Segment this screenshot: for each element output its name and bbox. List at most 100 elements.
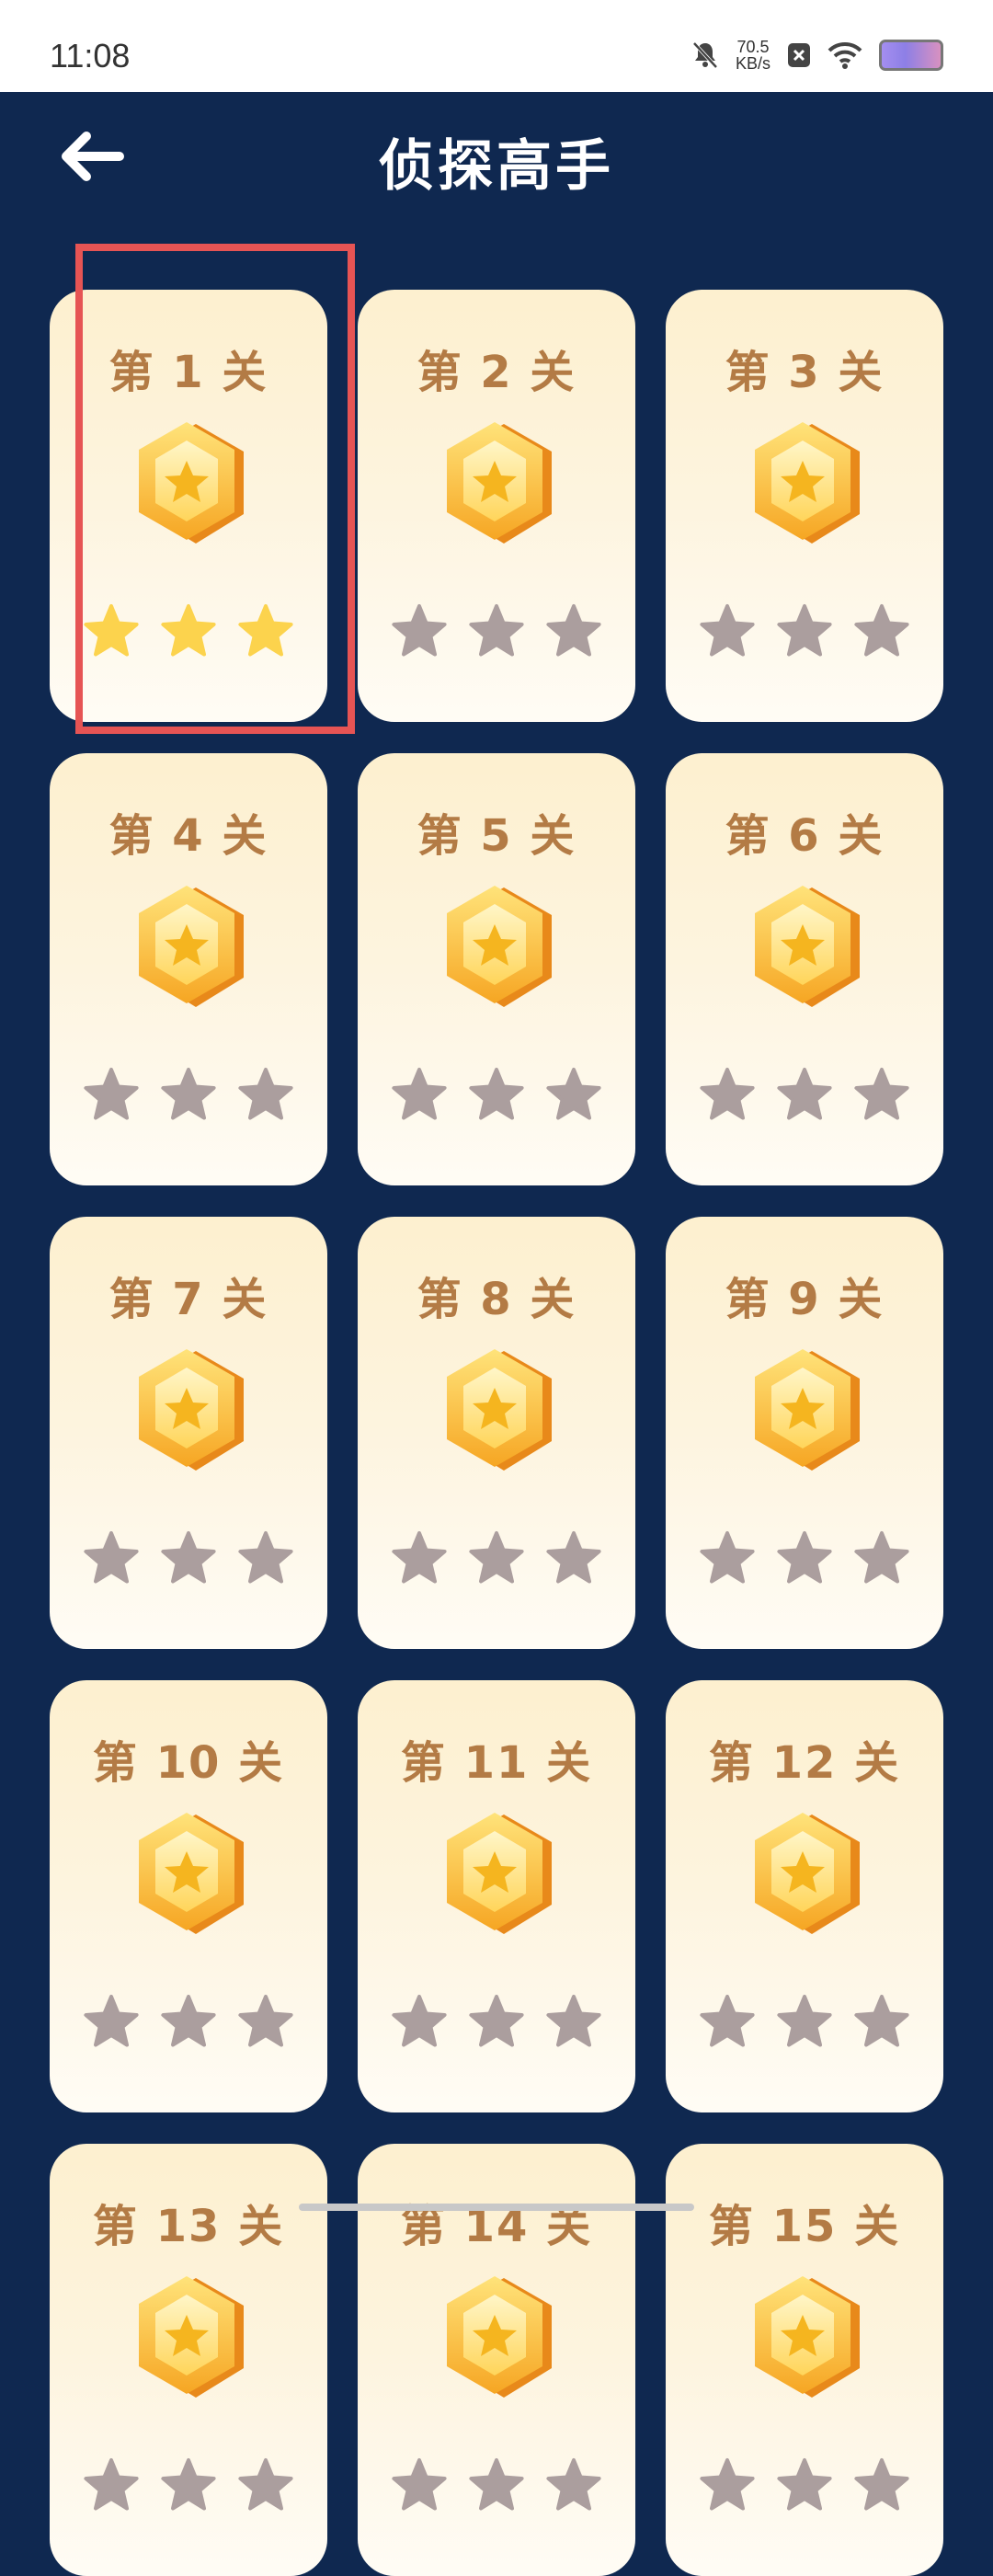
medal-icon <box>139 1813 244 1934</box>
level-card[interactable]: 第 3 关 <box>666 290 943 722</box>
star-icon <box>238 1068 293 1120</box>
star-icon <box>700 1995 755 2047</box>
medal-icon <box>447 422 552 544</box>
level-card[interactable]: 第 15 关 <box>666 2144 943 2576</box>
level-title: 第 9 关 <box>725 1274 885 1325</box>
star-icon <box>854 604 909 657</box>
star-rating <box>358 2456 635 2521</box>
level-card[interactable]: 第 13 关 <box>50 2144 327 2576</box>
level-title: 第 8 关 <box>417 1274 576 1325</box>
star-rating <box>50 1529 327 1594</box>
star-rating <box>666 1529 943 1594</box>
star-rating <box>666 1993 943 2057</box>
star-icon <box>392 1995 447 2047</box>
star-rating <box>666 1066 943 1130</box>
level-card[interactable]: 第 6 关 <box>666 753 943 1185</box>
star-icon <box>84 1995 139 2047</box>
star-rating <box>50 1993 327 2057</box>
star-icon <box>238 1995 293 2047</box>
medal-icon <box>139 1349 244 1471</box>
star-icon <box>238 1531 293 1584</box>
level-card[interactable]: 第 8 关 <box>358 1217 635 1649</box>
star-icon <box>84 1531 139 1584</box>
star-rating <box>358 1529 635 1594</box>
level-card[interactable]: 第 12 关 <box>666 1680 943 2112</box>
star-rating <box>50 2456 327 2521</box>
level-title: 第 5 关 <box>417 810 576 862</box>
star-icon <box>84 604 139 657</box>
level-card[interactable]: 第 10 关 <box>50 1680 327 2112</box>
home-indicator <box>299 2204 694 2211</box>
star-icon <box>469 1068 524 1120</box>
level-title: 第 15 关 <box>708 2201 901 2252</box>
star-icon <box>469 2458 524 2511</box>
level-card[interactable]: 第 11 关 <box>358 1680 635 2112</box>
star-rating <box>50 602 327 667</box>
level-title: 第 6 关 <box>725 810 885 862</box>
star-icon <box>546 2458 601 2511</box>
medal-icon <box>755 2276 860 2398</box>
medal-icon <box>755 422 860 544</box>
medal-icon <box>447 1349 552 1471</box>
star-icon <box>777 1995 832 2047</box>
level-grid: 第 1 关 第 2 关 第 3 关第 4 关 第 5 关 第 6 关第 7 关 第 8 关… <box>0 0 993 2576</box>
star-rating <box>666 602 943 667</box>
level-title: 第 11 关 <box>400 1737 593 1789</box>
star-icon <box>700 2458 755 2511</box>
star-icon <box>546 1068 601 1120</box>
level-title: 第 12 关 <box>708 1737 901 1789</box>
star-icon <box>161 604 216 657</box>
level-title: 第 2 关 <box>417 347 576 398</box>
star-rating <box>358 1066 635 1130</box>
star-icon <box>700 1531 755 1584</box>
star-icon <box>238 2458 293 2511</box>
medal-icon <box>447 2276 552 2398</box>
star-icon <box>84 1068 139 1120</box>
star-rating <box>666 2456 943 2521</box>
medal-icon <box>447 1813 552 1934</box>
star-icon <box>777 1068 832 1120</box>
level-title: 第 7 关 <box>108 1274 268 1325</box>
star-icon <box>469 1995 524 2047</box>
star-icon <box>854 2458 909 2511</box>
level-title: 第 1 关 <box>108 347 268 398</box>
medal-icon <box>139 2276 244 2398</box>
star-icon <box>469 1531 524 1584</box>
level-card[interactable]: 第 9 关 <box>666 1217 943 1649</box>
medal-icon <box>447 886 552 1007</box>
medal-icon <box>755 1813 860 1934</box>
star-icon <box>392 604 447 657</box>
level-card[interactable]: 第 4 关 <box>50 753 327 1185</box>
level-title: 第 14 关 <box>400 2201 593 2252</box>
star-icon <box>854 1068 909 1120</box>
medal-icon <box>755 886 860 1007</box>
medal-icon <box>755 1349 860 1471</box>
star-rating <box>358 1993 635 2057</box>
star-icon <box>392 2458 447 2511</box>
star-icon <box>546 1531 601 1584</box>
star-rating <box>358 602 635 667</box>
star-icon <box>238 604 293 657</box>
star-icon <box>777 2458 832 2511</box>
star-icon <box>84 2458 139 2511</box>
star-icon <box>546 1995 601 2047</box>
level-card[interactable]: 第 7 关 <box>50 1217 327 1649</box>
medal-icon <box>139 886 244 1007</box>
medal-icon <box>139 422 244 544</box>
star-icon <box>161 2458 216 2511</box>
level-title: 第 4 关 <box>108 810 268 862</box>
level-card[interactable]: 第 1 关 <box>50 290 327 722</box>
star-icon <box>777 1531 832 1584</box>
star-icon <box>469 604 524 657</box>
star-icon <box>700 604 755 657</box>
star-icon <box>546 604 601 657</box>
star-icon <box>392 1531 447 1584</box>
star-icon <box>161 1068 216 1120</box>
star-rating <box>50 1066 327 1130</box>
level-card[interactable]: 第 5 关 <box>358 753 635 1185</box>
level-card[interactable]: 第 2 关 <box>358 290 635 722</box>
star-icon <box>392 1068 447 1120</box>
star-icon <box>161 1995 216 2047</box>
star-icon <box>777 604 832 657</box>
level-title: 第 10 关 <box>92 1737 285 1789</box>
